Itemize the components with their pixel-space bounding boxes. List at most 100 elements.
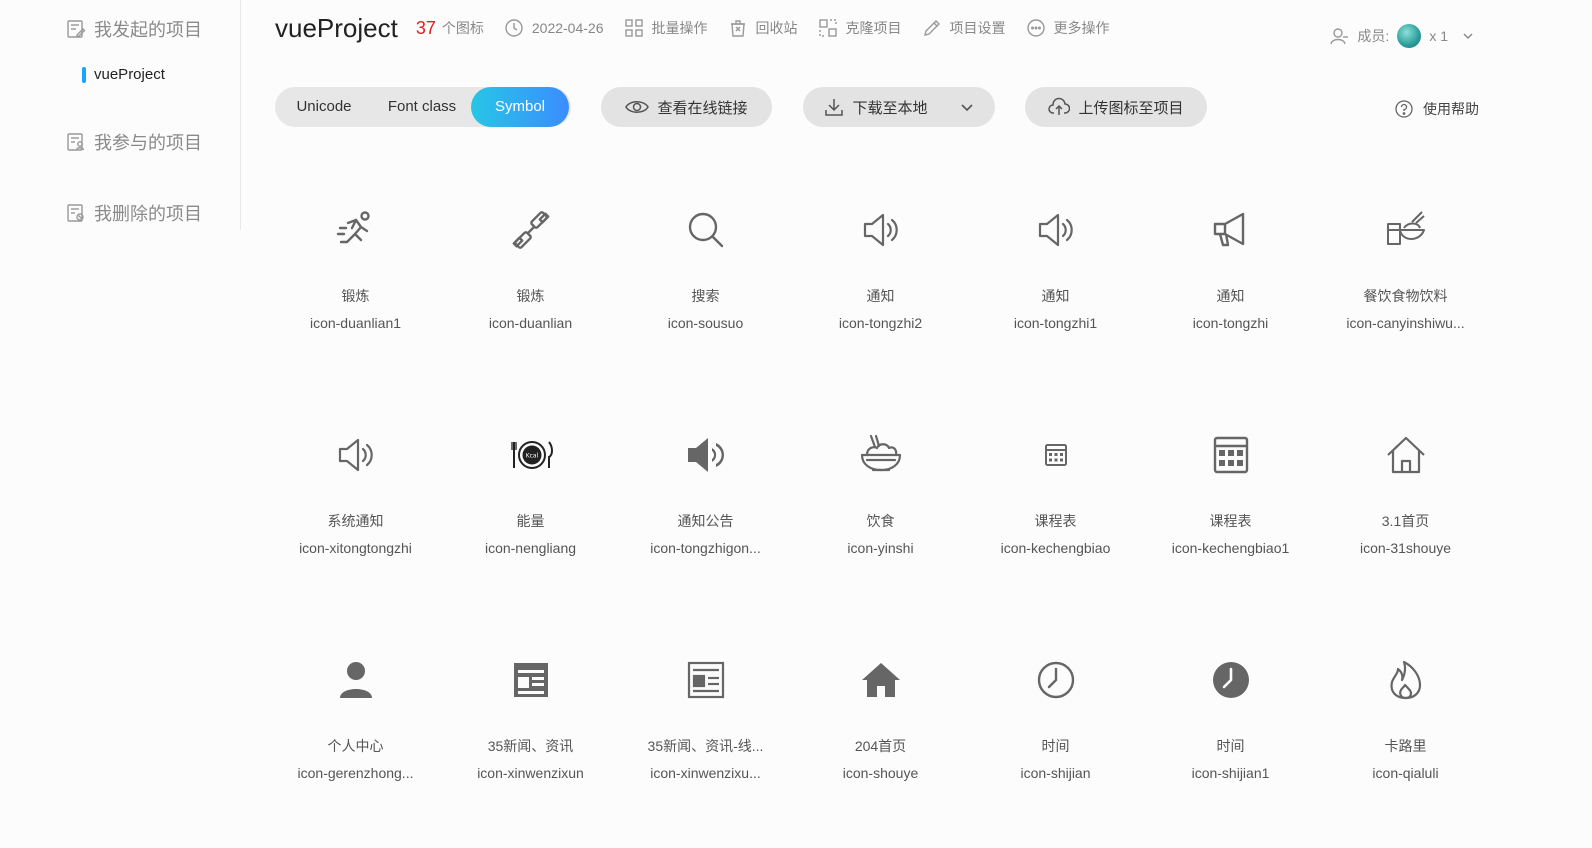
- icon-code-name: icon-kechengbiao1: [1171, 540, 1290, 556]
- view-online-link-button[interactable]: 查看在线链接: [601, 87, 772, 127]
- sidebar-item-joined-projects[interactable]: 我参与的项目: [66, 129, 202, 155]
- speaker-filled-icon: [684, 433, 728, 477]
- icon-card[interactable]: 系统通知 icon-xitongtongzhi: [268, 423, 443, 623]
- clock-icon: [505, 19, 523, 37]
- icon-code-name: icon-duanlian1: [309, 315, 402, 331]
- sidebar-item-deleted-projects[interactable]: 我删除的项目: [66, 200, 202, 226]
- person-icon: [334, 658, 378, 702]
- icon-cn-name: 系统通知: [327, 513, 384, 529]
- calendar-icon: [1209, 433, 1253, 477]
- project-settings-label: 项目设置: [949, 20, 1006, 36]
- icon-card[interactable]: 3.1首页 icon-31shouye: [1318, 423, 1493, 623]
- download-button[interactable]: 下载至本地: [803, 87, 995, 127]
- icon-card[interactable]: 课程表 icon-kechengbiao: [968, 423, 1143, 623]
- created-date: 2022-04-26: [504, 18, 604, 38]
- icon-cn-name: 35新闻、资讯: [487, 738, 574, 754]
- icon-card[interactable]: 饮食 icon-yinshi: [793, 423, 968, 623]
- members-icon: [1330, 28, 1349, 45]
- sidebar-project-label: vueProject: [94, 66, 165, 83]
- icon-card[interactable]: 锻炼 icon-duanlian1: [268, 198, 443, 398]
- icon-cn-name: 锻炼: [341, 288, 370, 304]
- icon-card[interactable]: 204首页 icon-shouye: [793, 648, 968, 848]
- icon-code-name: icon-tongzhi2: [838, 315, 923, 331]
- sidebar-item-my-projects[interactable]: 我发起的项目: [66, 16, 202, 42]
- icon-code-name: icon-tongzhi1: [1013, 315, 1098, 331]
- tab-font-class[interactable]: Font class: [373, 87, 471, 127]
- icon-cn-name: 饮食: [866, 513, 895, 529]
- icon-code-name: icon-yinshi: [847, 540, 914, 556]
- dumbbell-icon: [509, 208, 553, 252]
- icon-cn-name: 锻炼: [516, 288, 545, 304]
- speaker-outline-icon: [1034, 208, 1078, 252]
- icon-code-name: icon-xitongtongzhi: [299, 540, 412, 556]
- icon-card[interactable]: 35新闻、资讯-线... icon-xinwenzixu...: [618, 648, 793, 848]
- icon-card[interactable]: 课程表 icon-kechengbiao1: [1143, 423, 1318, 623]
- code-format-tabs: Unicode Font class Symbol: [275, 87, 571, 127]
- icon-code-name: icon-sousuo: [667, 315, 744, 331]
- project-settings-button[interactable]: 项目设置: [922, 18, 1006, 38]
- chevron-down-icon: [1463, 33, 1473, 39]
- megaphone-icon: [1209, 208, 1253, 252]
- icon-card[interactable]: 通知 icon-tongzhi2: [793, 198, 968, 398]
- icon-card[interactable]: 通知公告 icon-tongzhigon...: [618, 423, 793, 623]
- icon-code-name: icon-shouye: [842, 765, 919, 781]
- help-label: 使用帮助: [1423, 101, 1479, 117]
- icon-cn-name: 35新闻、资讯-线...: [647, 738, 764, 754]
- icon-cn-name: 通知公告: [677, 513, 734, 529]
- icon-card[interactable]: 搜索 icon-sousuo: [618, 198, 793, 398]
- upload-icons-button[interactable]: 上传图标至项目: [1025, 87, 1207, 127]
- icon-cn-name: 卡路里: [1384, 738, 1427, 754]
- sidebar: 我发起的项目 vueProject 我参与的项目 我删除的项目: [0, 0, 241, 230]
- sidebar-item-label: 我参与的项目: [94, 133, 202, 153]
- icon-card[interactable]: 餐饮食物饮料 icon-canyinshiwu...: [1318, 198, 1493, 398]
- batch-ops-button[interactable]: 批量操作: [624, 18, 708, 38]
- icon-card[interactable]: 卡路里 icon-qialuli: [1318, 648, 1493, 848]
- icon-code-name: icon-shijian: [1020, 765, 1091, 781]
- help-link[interactable]: 使用帮助: [1395, 99, 1479, 119]
- icon-code-name: icon-kechengbiao: [1000, 540, 1111, 556]
- chevron-down-icon[interactable]: [960, 100, 974, 114]
- batch-ops-label: 批量操作: [651, 20, 708, 36]
- sidebar-project-vueproject[interactable]: vueProject: [82, 66, 165, 83]
- more-ops-button[interactable]: 更多操作: [1026, 18, 1110, 38]
- members-dropdown[interactable]: 成员: x 1: [1329, 24, 1482, 48]
- cloud-upload-icon: [1048, 97, 1071, 115]
- flame-icon: [1384, 658, 1428, 702]
- icon-code-name: icon-31shouye: [1359, 540, 1452, 556]
- icon-card[interactable]: 时间 icon-shijian: [968, 648, 1143, 848]
- icon-cn-name: 3.1首页: [1381, 513, 1430, 529]
- icon-code-name: icon-nengliang: [484, 540, 577, 556]
- upload-label: 上传图标至项目: [1078, 99, 1184, 117]
- clone-project-button[interactable]: 克隆项目: [818, 18, 902, 38]
- icon-code-name: icon-xinwenzixu...: [650, 765, 761, 781]
- running-icon: [334, 208, 378, 252]
- members-count: x 1: [1429, 28, 1448, 44]
- icon-code-name: icon-tongzhi: [1192, 315, 1269, 331]
- recycle-bin-label: 回收站: [755, 20, 798, 36]
- icon-card[interactable]: Kcal 能量 icon-nengliang: [443, 423, 618, 623]
- icon-cn-name: 个人中心: [327, 738, 384, 754]
- grid-select-icon: [624, 19, 643, 37]
- members-label: 成员:: [1357, 28, 1390, 44]
- icon-card[interactable]: 通知 icon-tongzhi1: [968, 198, 1143, 398]
- icon-card[interactable]: 时间 icon-shijian1: [1143, 648, 1318, 848]
- download-label: 下载至本地: [852, 99, 928, 117]
- eye-icon: [625, 101, 650, 113]
- recycle-bin-button[interactable]: 回收站: [728, 18, 798, 38]
- tab-symbol[interactable]: Symbol: [471, 87, 569, 127]
- icon-code-name: icon-tongzhigon...: [650, 540, 761, 556]
- icon-card[interactable]: 通知 icon-tongzhi: [1143, 198, 1318, 398]
- pencil-icon: [923, 20, 940, 36]
- food-drink-icon: [1384, 208, 1428, 252]
- news-filled-icon: [509, 658, 553, 702]
- icon-card[interactable]: 锻炼 icon-duanlian: [443, 198, 618, 398]
- icon-cn-name: 通知: [866, 288, 895, 304]
- icon-card[interactable]: 个人中心 icon-gerenzhong...: [268, 648, 443, 848]
- tab-unicode[interactable]: Unicode: [275, 87, 373, 127]
- speaker-outline-icon: [334, 433, 378, 477]
- clone-icon: [818, 19, 837, 37]
- more-ops-label: 更多操作: [1053, 20, 1110, 36]
- question-circle-icon: [1395, 100, 1413, 118]
- icon-card[interactable]: 35新闻、资讯 icon-xinwenzixun: [443, 648, 618, 848]
- clock-filled-icon: [1209, 658, 1253, 702]
